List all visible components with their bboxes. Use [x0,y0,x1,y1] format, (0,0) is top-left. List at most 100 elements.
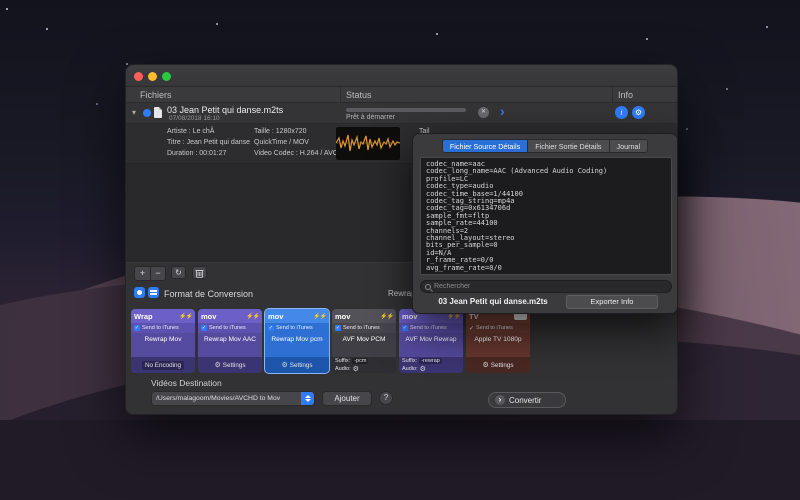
tab-source-details[interactable]: Fichier Source Détails [441,139,529,153]
export-info-button[interactable]: Exporter Info [566,295,658,309]
settings-label[interactable]: Settings [223,362,246,369]
card-name: Rewrap Mov AAC [198,333,262,357]
settings-label[interactable]: Settings [290,362,313,369]
search-field[interactable] [420,280,672,293]
card-format-badge: mov ⚡⚡ [265,309,329,323]
progress-status-text: Prêt à démarrer [346,114,396,121]
detail-size: Taille : 1280x720 [254,128,307,135]
start-conversion-button[interactable]: › [500,103,505,119]
column-header-info[interactable]: Info [618,90,633,100]
format-card-rewrap-mov-aac[interactable]: mov ⚡⚡ ✓ Send to iTunes Rewrap Mov AAC ⚙… [198,309,262,373]
card-name: AVF Mov PCM [332,333,396,357]
itunes-label: Send to iTunes [343,325,380,331]
conversion-record-icon[interactable] [134,287,145,298]
refresh-button[interactable]: ↻ [171,266,186,279]
settings-gear-icon[interactable]: ⚙ [632,106,645,119]
add-destination-button[interactable]: Ajouter [322,391,372,406]
lightning-icons: ⚡⚡ [380,313,394,320]
send-to-itunes-row[interactable]: ✓ Send to iTunes [265,323,329,333]
close-window-button[interactable] [134,72,143,81]
tab-journal[interactable]: Journal [609,139,649,153]
send-to-itunes-row[interactable]: ✓ Send to iTunes [466,323,530,333]
card-footer: Suffix: -pcm Audio: ⚙ [332,357,396,373]
minimize-window-button[interactable] [148,72,157,81]
add-file-button[interactable]: + [135,267,150,280]
card-format-label: mov [335,311,351,321]
send-to-itunes-row[interactable]: ✓ Send to iTunes [332,323,396,333]
codec-details-text: codec_name=aac codec_long_name=AAC (Advan… [420,157,672,275]
send-to-itunes-row[interactable]: ✓ Send to iTunes [198,323,262,333]
zoom-window-button[interactable] [162,72,171,81]
card-footer: ⚙ Settings [265,357,329,373]
format-card-apple-tv-1080p[interactable]: TV ✓ Send to iTunes Apple TV 1080p ⚙ Set… [466,309,530,373]
search-icon [425,283,431,290]
tab-output-details[interactable]: Fichier Sortie Détails [528,139,610,153]
detail-artist: Artiste : Le chÂ [167,128,215,135]
card-format-label: mov [268,311,284,321]
settings-gear-icon[interactable]: ⚙ [281,361,287,369]
lightning-icons: ⚡⚡ [179,313,193,320]
file-row[interactable]: ▾ 03 Jean Petit qui danse.m2ts 07/08/201… [126,103,677,124]
itunes-checkmark-icon[interactable]: ✓ [469,325,474,332]
cancel-button[interactable]: ✕ [478,107,489,118]
itunes-checkbox[interactable]: ✓ [402,325,408,331]
column-header-files[interactable]: Fichiers [140,90,172,100]
details-column-2: Taille : 1280x720 QuickTime / MOV Video … [254,126,338,159]
suffix-value[interactable]: -rewrap [419,357,442,364]
disclosure-triangle-icon[interactable]: ▾ [132,108,136,117]
card-name: Rewrap Mov [131,333,195,357]
dune-foreground [0,420,800,500]
column-header-status[interactable]: Status [346,90,372,100]
title-bar[interactable] [126,65,677,87]
desktop-wallpaper: Fichiers Status Info ▾ 03 Jean Petit qui… [0,0,800,500]
card-name: AVF Mov Rewrap [399,333,463,357]
conversion-list-icon[interactable] [148,287,159,298]
format-card-rewrap-mov-pcm-selected[interactable]: mov ⚡⚡ ✓ Send to iTunes Rewrap Mov pcm ⚙… [264,308,330,374]
column-divider [612,87,613,103]
settings-gear-icon[interactable]: ⚙ [214,361,220,369]
help-button[interactable]: ? [379,391,393,405]
card-name: Apple TV 1080p [466,333,530,357]
detail-video-codec: Video Codec : H.264 / AVC [254,150,338,157]
format-card-avf-mov-pcm[interactable]: mov ⚡⚡ ✓ Send to iTunes AVF Mov PCM Suff… [332,309,396,373]
card-format-label: Wrap [134,311,153,321]
waveform-thumbnail [335,127,401,160]
table-header: Fichiers Status Info [126,87,677,103]
dropdown-arrows-icon [301,392,314,405]
convert-chevron-icon: › [495,395,505,405]
itunes-checkbox[interactable]: ✓ [268,325,274,331]
itunes-checkbox[interactable]: ✓ [134,325,140,331]
itunes-checkbox[interactable]: ✓ [201,325,207,331]
settings-label[interactable]: Settings [491,362,514,369]
document-icon [154,107,162,118]
details-popup: Fichier Source Détails Fichier Sortie Dé… [412,133,678,314]
send-to-itunes-row[interactable]: ✓ Send to iTunes [131,323,195,333]
audio-label: Audio: [335,365,351,372]
remove-file-button[interactable]: − [150,267,165,280]
suffix-label: Suffix: [402,357,418,364]
settings-gear-icon[interactable]: ⚙ [420,365,426,373]
itunes-label: Send to iTunes [410,325,447,331]
format-card-rewrap-mov[interactable]: Wrap ⚡⚡ ✓ Send to iTunes Rewrap Mov No E… [131,309,195,373]
itunes-checkbox[interactable]: ✓ [335,325,341,331]
card-footer: No Encoding [131,357,195,373]
trash-button[interactable] [192,266,207,279]
convert-button[interactable]: › Convertir [488,392,566,408]
info-icon[interactable]: i [615,106,628,119]
detail-title: Titre : Jean Petit qui danse [167,139,251,146]
send-to-itunes-row[interactable]: ✓ Send to iTunes [399,323,463,333]
audio-label: Audio: [402,365,418,372]
settings-gear-icon[interactable]: ⚙ [482,361,488,369]
destination-dropdown[interactable]: /Users/malagoom/Movies/AVCHD to Mov [151,391,315,406]
settings-gear-icon[interactable]: ⚙ [353,365,359,373]
card-format-badge: mov ⚡⚡ [198,309,262,323]
detail-container: QuickTime / MOV [254,139,309,146]
search-input[interactable] [434,283,667,290]
card-footer: ⚙ Settings [466,357,530,373]
card-name: Rewrap Mov pcm [265,333,329,357]
lightning-icons: ⚡⚡ [313,313,327,320]
itunes-label: Send to iTunes [276,325,313,331]
suffix-value[interactable]: -pcm [352,357,369,364]
column-divider [340,87,341,103]
format-card-avf-mov-rewrap[interactable]: mov ⚡⚡ ✓ Send to iTunes AVF Mov Rewrap S… [399,309,463,373]
